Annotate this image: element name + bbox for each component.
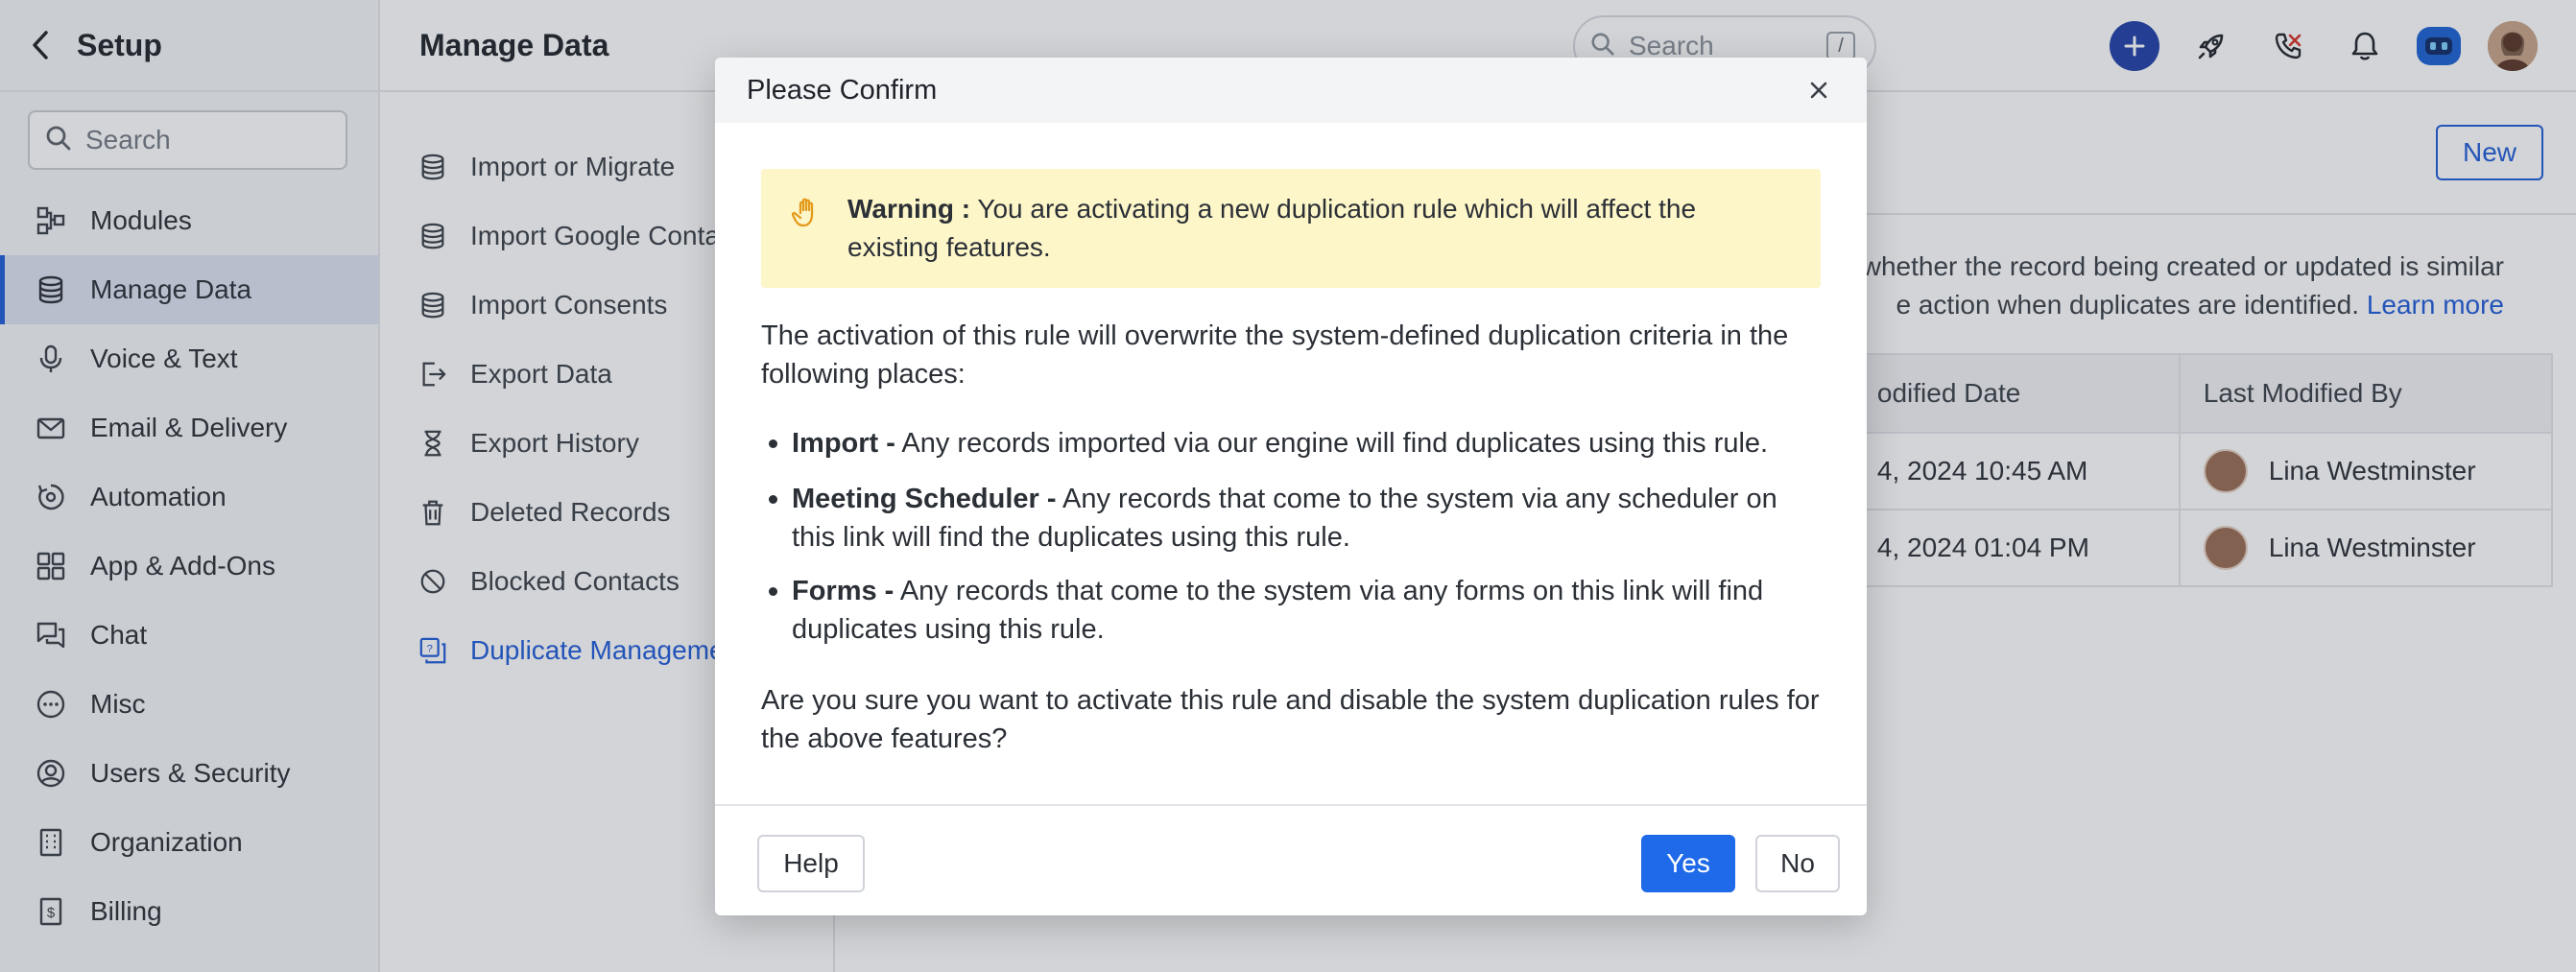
close-icon[interactable] xyxy=(1805,77,1832,104)
bullet-dot xyxy=(769,495,777,504)
dialog-header: Please Confirm xyxy=(715,58,1867,123)
warning-message: You are activating a new duplication rul… xyxy=(847,194,1697,262)
dialog-question: Are you sure you want to activate this r… xyxy=(761,685,1820,754)
list-item: Import - Any records imported via our en… xyxy=(761,424,1826,462)
dialog-footer: Help Yes No xyxy=(715,804,1867,915)
dialog-title: Please Confirm xyxy=(747,74,938,106)
bullet-label: Meeting Scheduler - xyxy=(792,484,1057,514)
list-item: Forms - Any records that come to the sys… xyxy=(761,572,1826,649)
bullet-label: Forms - xyxy=(792,576,894,606)
warning-text: Warning : You are activating a new dupli… xyxy=(847,190,1788,267)
yes-button[interactable]: Yes xyxy=(1641,835,1735,892)
list-item: Meeting Scheduler - Any records that com… xyxy=(761,480,1826,557)
warning-banner: Warning : You are activating a new dupli… xyxy=(761,169,1821,288)
help-button[interactable]: Help xyxy=(757,835,865,892)
bullet-text: Any records imported via our engine will… xyxy=(901,428,1769,459)
bullet-label: Import - xyxy=(792,428,895,459)
no-button[interactable]: No xyxy=(1755,835,1840,892)
bullet-dot xyxy=(769,439,777,448)
hand-stop-icon xyxy=(791,196,823,228)
warning-label: Warning : xyxy=(847,194,971,224)
dialog-intro: The activation of this rule will overwri… xyxy=(761,320,1789,390)
bullet-dot xyxy=(769,587,777,596)
confirm-dialog: Please Confirm Warning : You are activat… xyxy=(715,58,1867,915)
bullet-text: Any records that come to the system via … xyxy=(792,576,1764,645)
